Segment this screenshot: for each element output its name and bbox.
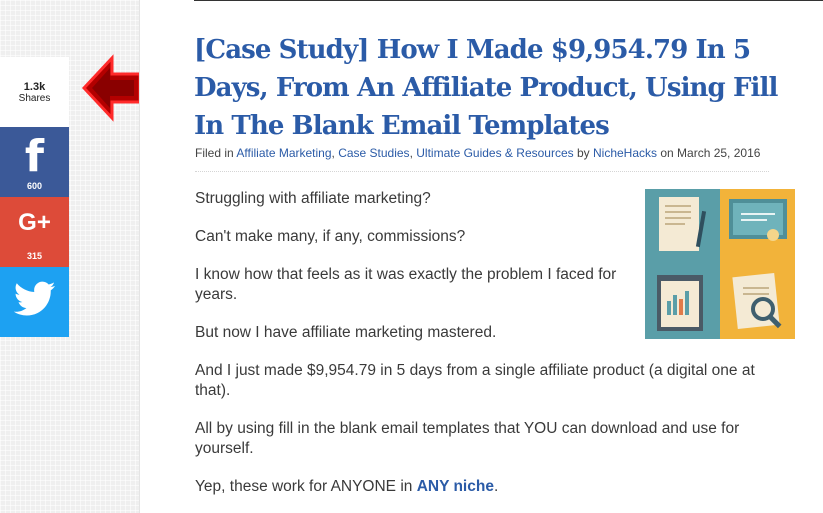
- facebook-share-button[interactable]: f 600: [0, 127, 69, 197]
- google-plus-share-button[interactable]: G+ 315: [0, 197, 69, 267]
- article-body: Struggling with affiliate marketing? Can…: [195, 189, 785, 513]
- share-count: 1.3k Shares: [0, 57, 69, 127]
- on-label: on: [657, 146, 678, 160]
- post-meta: Filed in Affiliate Marketing, Case Studi…: [195, 146, 769, 172]
- paragraph: But now I have affiliate marketing maste…: [195, 324, 497, 341]
- facebook-share-count: 600: [26, 181, 43, 191]
- article-title[interactable]: [Case Study] How I Made $9,954.79 In 5 D…: [194, 31, 814, 145]
- category-link-case-studies[interactable]: Case Studies: [338, 146, 409, 160]
- twitter-share-button[interactable]: [0, 267, 69, 337]
- paragraph: And I just made $9,954.79 in 5 days from…: [195, 362, 755, 399]
- share-bar: 1.3k Shares f 600 G+ 315: [0, 57, 69, 337]
- share-count-label: Shares: [18, 93, 51, 104]
- paragraph: I know how that feels as it was exactly …: [195, 266, 617, 303]
- category-link-affiliate-marketing[interactable]: Affiliate Marketing: [236, 146, 331, 160]
- article-content: [Case Study] How I Made $9,954.79 In 5 D…: [139, 0, 823, 513]
- paragraph-text: .: [493, 478, 499, 495]
- google-plus-share-count: 315: [26, 251, 43, 261]
- by-label: by: [573, 146, 593, 160]
- any-niche-link[interactable]: ANY niche: [417, 478, 494, 495]
- share-count-number: 1.3k: [23, 81, 46, 93]
- twitter-bird-icon: [14, 281, 56, 316]
- paragraph: Can't make many, if any, commissions?: [195, 228, 466, 245]
- filed-in-label: Filed in: [195, 146, 234, 160]
- paragraph: Yep, these work for ANYONE in ANY niche.: [195, 477, 785, 497]
- paragraph-text: Yep, these work for ANYONE in: [195, 478, 417, 495]
- category-link-ultimate-guides[interactable]: Ultimate Guides & Resources: [416, 146, 573, 160]
- red-arrow-icon: [82, 54, 142, 122]
- top-divider: [194, 0, 823, 1]
- author-link[interactable]: NicheHacks: [593, 146, 657, 160]
- paragraph: Struggling with affiliate marketing?: [195, 190, 431, 207]
- google-plus-icon: G+: [18, 209, 51, 236]
- paragraph: All by using fill in the blank email tem…: [195, 420, 740, 457]
- facebook-icon: f: [24, 131, 45, 182]
- post-date: March 25, 2016: [677, 146, 761, 160]
